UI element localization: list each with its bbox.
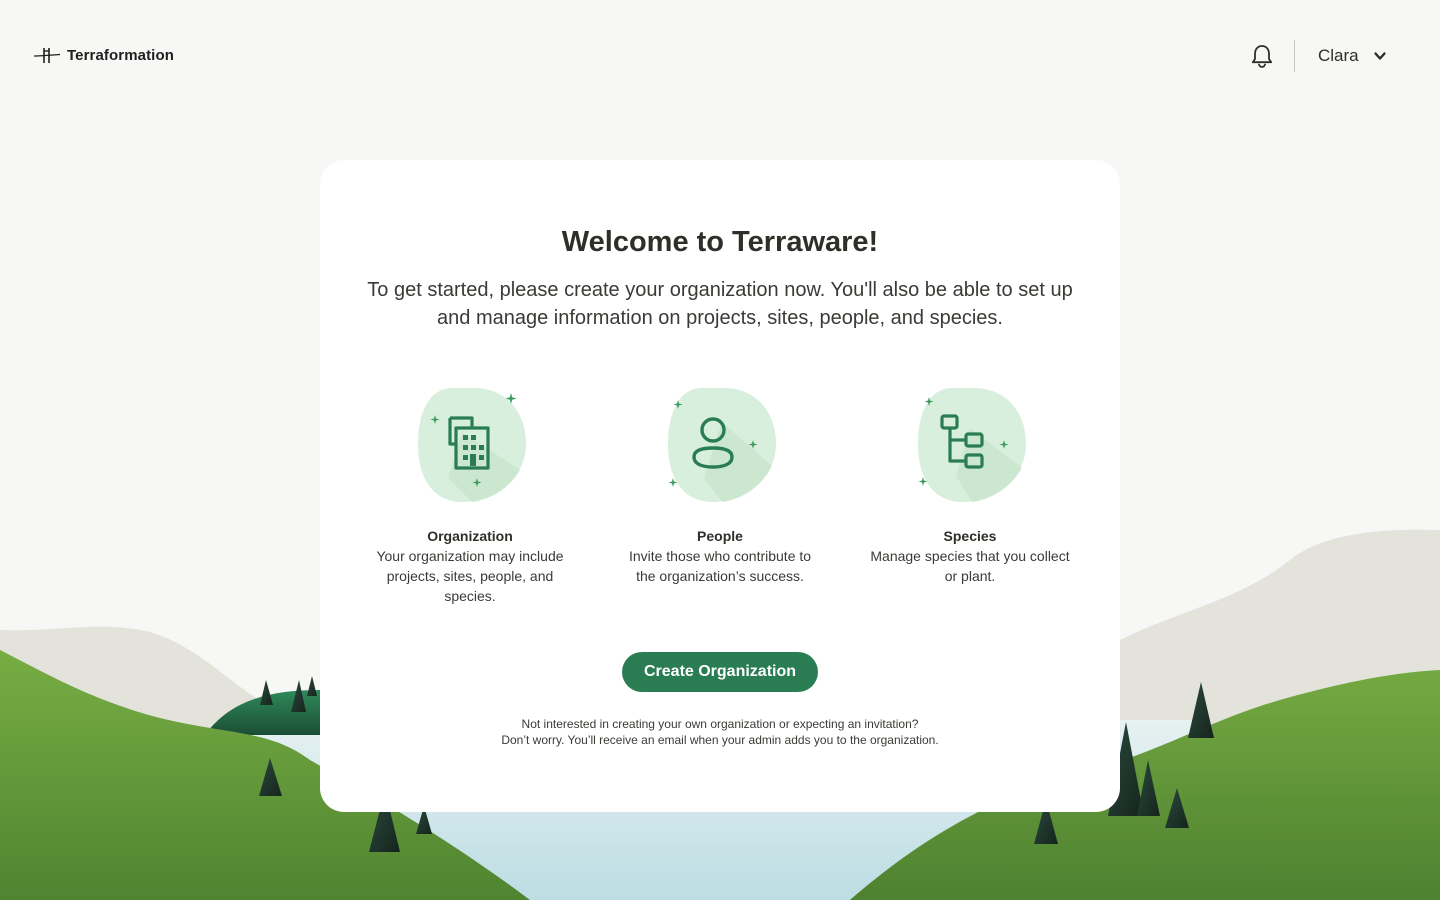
logo-text: Terraformation [67, 46, 174, 64]
create-organization-button[interactable]: Create Organization [622, 652, 818, 692]
user-menu[interactable]: Clara [1318, 42, 1387, 70]
invitation-note-line-2: Don’t worry. You’ll receive an email whe… [501, 733, 939, 747]
feature-organization: Organization Your organization may inclu… [360, 382, 580, 606]
feature-species: Species Manage species that you collect … [860, 382, 1080, 586]
building-icon [418, 388, 526, 502]
hierarchy-icon [918, 388, 1026, 502]
feature-description: Your organization may include projects, … [376, 548, 564, 604]
terraformation-logo-icon [33, 48, 61, 63]
header-divider [1294, 40, 1295, 72]
chevron-down-icon [1373, 52, 1386, 60]
invitation-note: Not interested in creating your own orga… [320, 716, 1120, 748]
page-title: Welcome to Terraware! [561, 226, 879, 258]
feature-title: Organization [427, 528, 513, 544]
notifications-bell-icon[interactable] [1248, 42, 1276, 70]
welcome-card: Welcome to Terraware! To get started, pl… [320, 160, 1120, 812]
feature-description: Invite those who contribute to the organ… [628, 548, 812, 584]
terraformation-logo[interactable]: Terraformation [33, 44, 174, 66]
feature-title: People [697, 528, 743, 544]
top-bar: Terraformation Clara [0, 0, 1440, 112]
person-icon [668, 388, 776, 502]
feature-description: Manage species that you collect or plant… [870, 548, 1070, 584]
feature-title: Species [943, 528, 997, 544]
welcome-intro: To get started, please create your organ… [367, 279, 1073, 329]
user-name: Clara [1318, 46, 1359, 65]
feature-people: People Invite those who contribute to th… [610, 382, 830, 586]
invitation-note-line-1: Not interested in creating your own orga… [521, 717, 919, 731]
